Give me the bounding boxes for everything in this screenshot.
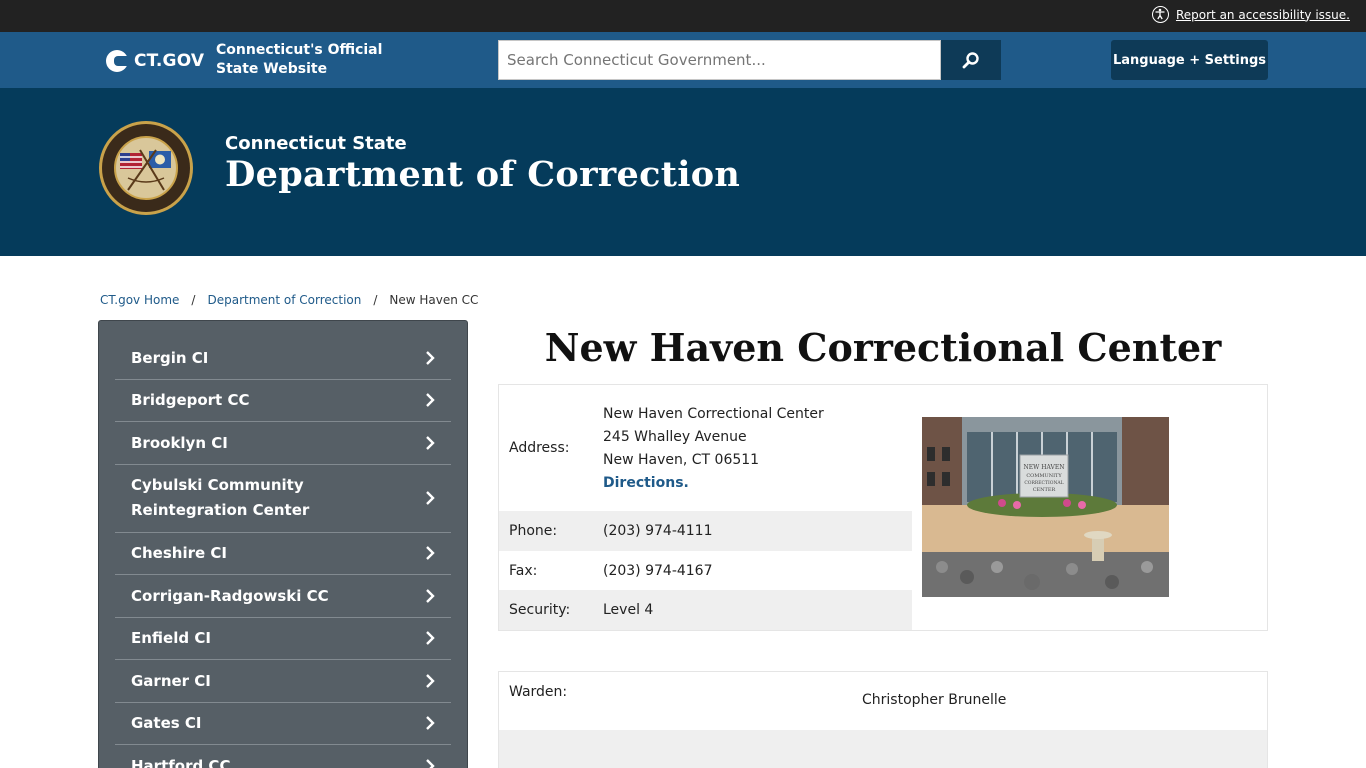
breadcrumb-agency-link[interactable]: Department of Correction: [207, 293, 361, 307]
security-row: Security: Level 4: [499, 590, 912, 630]
breadcrumb-separator: /: [373, 293, 378, 307]
ctgov-logo[interactable]: CT.GOV: [106, 50, 204, 72]
address-value: New Haven Correctional Center 245 Whalle…: [603, 401, 912, 495]
security-label: Security:: [509, 602, 571, 618]
warden-value: Christopher Brunelle: [862, 692, 1007, 708]
accessibility-link-label[interactable]: Report an accessibility issue.: [1176, 8, 1350, 22]
address-line-2: 245 Whalley Avenue: [603, 429, 747, 445]
sidebar-item-label: Cheshire CI: [131, 544, 227, 563]
sidebar-item-cybulski-crc[interactable]: Cybulski Community Reintegration Center: [115, 465, 451, 533]
sidebar-item-label: Hartford CC: [131, 756, 231, 768]
sidebar-item-cheshire-ci[interactable]: Cheshire CI: [115, 533, 451, 575]
facility-sidebar-nav: Bergin CI Bridgeport CC Brooklyn CI Cybu…: [98, 320, 468, 768]
chevron-right-icon: [426, 393, 435, 408]
sidebar-item-enfield-ci[interactable]: Enfield CI: [115, 618, 451, 660]
chevron-right-icon: [426, 631, 435, 646]
sidebar-item-label: Enfield CI: [131, 629, 211, 648]
svg-text:NEW HAVEN: NEW HAVEN: [1024, 464, 1065, 471]
sidebar-item-label: Cybulski Community Reintegration Center: [131, 476, 310, 519]
department-seal-icon[interactable]: [98, 120, 194, 216]
search-button[interactable]: [941, 40, 1001, 80]
utility-bar: Report an accessibility issue.: [0, 0, 1366, 32]
sidebar-item-label: Brooklyn CI: [131, 433, 228, 452]
phone-row: Phone: (203) 974-4111: [499, 511, 912, 551]
directions-link[interactable]: Directions.: [603, 475, 689, 491]
search-icon: [962, 52, 979, 69]
search-input[interactable]: [498, 40, 941, 80]
sidebar-item-label: Bergin CI: [131, 348, 209, 367]
page-title: New Haven Correctional Center: [544, 325, 1222, 370]
agency-title[interactable]: Department of Correction: [225, 154, 740, 195]
svg-text:COMMUNITY: COMMUNITY: [1026, 473, 1062, 479]
chevron-right-icon: [426, 546, 435, 561]
tagline-line-2: State Website: [216, 61, 328, 77]
tagline-line-1: Connecticut's Official: [216, 42, 383, 58]
address-line-1: New Haven Correctional Center: [603, 406, 824, 422]
sidebar-item-bergin-ci[interactable]: Bergin CI: [115, 337, 451, 380]
sidebar-item-label: Gates CI: [131, 714, 202, 733]
address-label: Address:: [509, 440, 570, 456]
language-settings-button[interactable]: Language + Settings: [1111, 40, 1268, 80]
accessibility-icon: [1151, 6, 1169, 23]
facility-info-card: Address: New Haven Correctional Center 2…: [498, 384, 1268, 631]
chevron-right-icon: [426, 350, 435, 365]
svg-text:CENTER: CENTER: [1033, 487, 1056, 493]
fax-row: Fax: (203) 974-4167: [499, 551, 912, 591]
chevron-right-icon: [426, 491, 435, 505]
sidebar-item-bridgeport-cc[interactable]: Bridgeport CC: [115, 380, 451, 422]
address-row: Address: New Haven Correctional Center 2…: [499, 385, 912, 511]
sidebar-item-label: Garner CI: [131, 671, 211, 690]
chevron-right-icon: [426, 435, 435, 450]
global-header: CT.GOV Connecticut's Official State Webs…: [0, 32, 1366, 88]
svg-text:CORRECTIONAL: CORRECTIONAL: [1024, 480, 1063, 486]
sidebar-item-gates-ci[interactable]: Gates CI: [115, 703, 451, 745]
breadcrumb-home-link[interactable]: CT.gov Home: [100, 293, 179, 307]
agency-subtitle: Connecticut State: [225, 133, 407, 154]
phone-value: (203) 974-4111: [603, 523, 713, 539]
ctgov-logo-text: CT.GOV: [134, 51, 205, 71]
table-row: [499, 730, 1267, 768]
warden-card: Warden: Christopher Brunelle: [498, 671, 1268, 768]
fax-value: (203) 974-4167: [603, 563, 713, 579]
accessibility-report-link[interactable]: Report an accessibility issue.: [1151, 6, 1350, 23]
agency-banner: Connecticut State Department of Correcti…: [0, 88, 1366, 256]
breadcrumb-current: New Haven CC: [389, 293, 479, 307]
sidebar-item-garner-ci[interactable]: Garner CI: [115, 660, 451, 703]
ctgov-tagline[interactable]: Connecticut's Official State Website: [216, 41, 382, 79]
phone-label: Phone:: [509, 523, 558, 539]
sidebar-item-brooklyn-ci[interactable]: Brooklyn CI: [115, 422, 451, 465]
breadcrumb: CT.gov Home / Department of Correction /…: [100, 293, 478, 307]
sidebar-item-label: Corrigan-Radgowski CC: [131, 586, 329, 605]
sidebar-item-label: Bridgeport CC: [131, 391, 250, 410]
sidebar-item-corrigan-radgowski-cc[interactable]: Corrigan-Radgowski CC: [115, 575, 451, 618]
chevron-right-icon: [426, 673, 435, 688]
address-line-3: New Haven, CT 06511: [603, 452, 760, 468]
chevron-right-icon: [426, 716, 435, 731]
security-value: Level 4: [603, 602, 654, 618]
facility-photo: NEW HAVEN COMMUNITY CORRECTIONAL CENTER: [922, 417, 1169, 597]
breadcrumb-separator: /: [191, 293, 196, 307]
warden-label: Warden:: [509, 684, 568, 700]
ctgov-logo-icon: [106, 50, 128, 72]
fax-label: Fax:: [509, 563, 538, 579]
chevron-right-icon: [426, 758, 435, 768]
chevron-right-icon: [426, 588, 435, 603]
sidebar-item-hartford-cc[interactable]: Hartford CC: [115, 745, 451, 768]
